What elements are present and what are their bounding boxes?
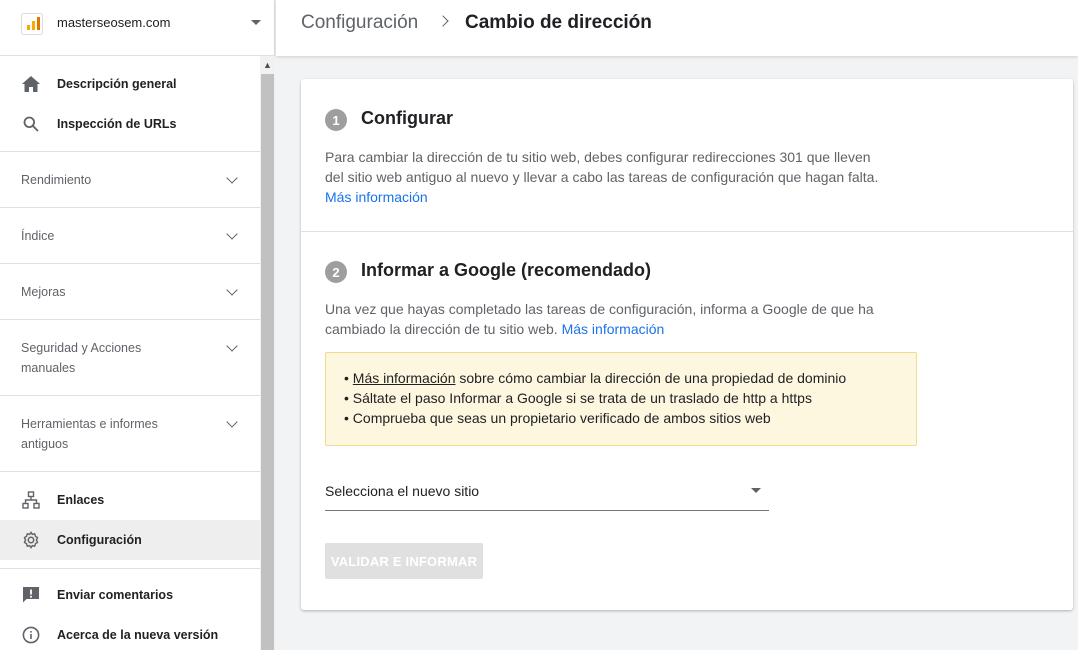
- sidebar-section-enhancements[interactable]: Mejoras: [0, 263, 260, 319]
- info-notice: • Más información sobre cómo cambiar la …: [325, 352, 917, 446]
- step-number-badge: 2: [325, 261, 347, 283]
- sidebar-item-overview[interactable]: Descripción general: [0, 64, 260, 104]
- sidebar-item-label: Descripción general: [57, 77, 177, 91]
- gear-icon: [21, 530, 41, 550]
- chevron-down-icon: [226, 416, 238, 428]
- card-divider: [301, 231, 1073, 232]
- sidebar-section-label: Mejoras: [21, 285, 66, 299]
- step-description: Para cambiar la dirección de tu sitio we…: [325, 149, 879, 205]
- sidebar-item-label: Inspección de URLs: [57, 117, 177, 131]
- sidebar-section-legacy-tools[interactable]: Herramientas e informes antiguos: [0, 395, 260, 471]
- sidebar-item-about[interactable]: Acerca de la nueva versión: [0, 615, 260, 650]
- feedback-icon: [21, 585, 41, 605]
- dropdown-caret-icon: [751, 488, 761, 493]
- step-title: Configurar: [361, 108, 453, 128]
- chevron-down-icon: [226, 284, 238, 296]
- notice-learn-more-link[interactable]: Más información: [353, 370, 456, 386]
- page-header: Configuración Cambio de dirección: [276, 0, 1078, 56]
- sidebar-section-performance[interactable]: Rendimiento: [0, 151, 260, 207]
- sidebar: masterseosem.com Descripción general Ins…: [0, 0, 275, 650]
- sidebar-scrollbar-thumb[interactable]: [261, 74, 274, 650]
- sidebar-item-url-inspection[interactable]: Inspección de URLs: [0, 104, 260, 144]
- info-icon: [21, 625, 41, 645]
- select-value: Selecciona el nuevo sitio: [325, 483, 480, 499]
- sidebar-item-label: Configuración: [57, 533, 142, 547]
- chevron-down-icon: [226, 228, 238, 240]
- learn-more-link[interactable]: Más información: [325, 189, 428, 205]
- page-title: Cambio de dirección: [465, 12, 652, 33]
- chevron-right-icon: [437, 15, 449, 27]
- new-site-select[interactable]: Selecciona el nuevo sitio: [325, 479, 769, 511]
- step-number-badge: 1: [325, 109, 347, 131]
- sidebar-item-label: Enlaces: [57, 493, 105, 507]
- property-selector[interactable]: masterseosem.com: [0, 0, 275, 56]
- sidebar-section-label: Rendimiento: [21, 173, 92, 187]
- sidebar-section-security[interactable]: Seguridad y Acciones manuales: [0, 319, 260, 395]
- chevron-down-icon: [226, 340, 238, 352]
- scroll-up-arrow-icon[interactable]: ▲: [260, 56, 275, 73]
- home-icon: [21, 74, 41, 94]
- dropdown-caret-icon: [251, 20, 261, 25]
- sidebar-section-label: Herramientas e informes antiguos: [21, 417, 158, 451]
- step-title: Informar a Google (recomendado): [361, 260, 652, 280]
- change-of-address-card: 1 Configurar Para cambiar la dirección d…: [301, 79, 1073, 610]
- sidebar-section-label: Índice: [21, 229, 55, 243]
- chevron-down-icon: [226, 172, 238, 184]
- sidebar-item-settings[interactable]: Configuración: [0, 520, 260, 560]
- sidebar-item-links[interactable]: Enlaces: [0, 480, 260, 520]
- step-description: Una vez que hayas completado las tareas …: [325, 301, 874, 337]
- sidebar-section-index[interactable]: Índice: [0, 207, 260, 263]
- property-name: masterseosem.com: [57, 15, 171, 30]
- sidebar-item-label: Enviar comentarios: [57, 588, 174, 602]
- sidebar-item-feedback[interactable]: Enviar comentarios: [0, 575, 260, 615]
- sidebar-divider: [0, 471, 260, 472]
- learn-more-link[interactable]: Más información: [562, 321, 665, 337]
- sidebar-nav: Descripción general Inspección de URLs R…: [0, 56, 260, 650]
- sidebar-section-label: Seguridad y Acciones manuales: [21, 341, 142, 375]
- search-console-logo-icon: [21, 13, 43, 35]
- validate-and-inform-button[interactable]: VALIDAR E INFORMAR: [325, 543, 483, 579]
- search-icon: [21, 114, 41, 134]
- sidebar-divider: [0, 568, 260, 569]
- sitemap-icon: [21, 490, 41, 510]
- sidebar-item-label: Acerca de la nueva versión: [57, 628, 219, 642]
- breadcrumb-settings[interactable]: Configuración: [301, 12, 418, 34]
